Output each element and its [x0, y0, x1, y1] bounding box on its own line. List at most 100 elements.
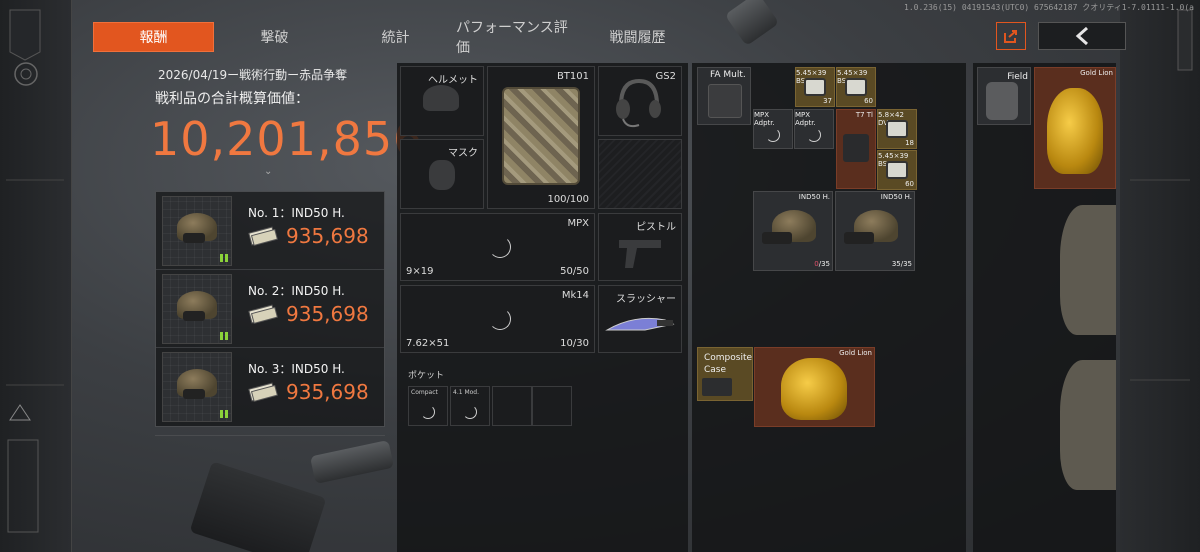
weapon-name: Mk14	[561, 290, 589, 301]
right-decoration	[1120, 0, 1200, 552]
valuable-item[interactable]: Gold Lion	[754, 347, 875, 427]
tab-rewards[interactable]: 報酬	[93, 22, 214, 52]
slot-label: スラッシャー	[616, 294, 676, 305]
item-thumbnail	[162, 196, 232, 266]
tab-bar: 報酬 撃破 統計 パフォーマンス評価 戦闘履歴	[93, 20, 698, 56]
cash-icon	[248, 304, 278, 324]
primary-weapon-slot[interactable]: MPX 9×19 50/50	[400, 213, 595, 281]
weapon-caliber: 7.62×51	[406, 338, 450, 349]
gold-lion-icon	[1047, 88, 1103, 174]
case-name: Composite Case	[704, 353, 753, 375]
item-name: Gold Lion	[839, 349, 872, 357]
pocket-slot[interactable]: 4.1 Mod.	[450, 386, 490, 426]
pistol-silhouette-icon	[619, 240, 661, 268]
ammo-count: 37	[823, 97, 832, 105]
pocket-slot[interactable]	[532, 386, 572, 426]
ammo-stack[interactable]: 5.45×39 BS 60	[877, 150, 917, 190]
weapon-name: MPX	[567, 218, 589, 229]
pocket-item-name: 4.1 Mod.	[453, 389, 480, 396]
tab-stats[interactable]: 統計	[335, 22, 456, 52]
secondary-weapon-slot[interactable]: Mk14 7.62×51 10/30	[400, 285, 595, 353]
tab-history[interactable]: 戦闘履歴	[577, 22, 698, 52]
ammo-count: 60	[905, 180, 914, 188]
pocket-label: ポケット	[408, 371, 445, 381]
attachment-slot[interactable]: MPX Adptr.	[794, 109, 834, 149]
chevron-down-icon[interactable]: ⌄	[264, 166, 272, 177]
armor-durability: 100/100	[547, 194, 589, 205]
empty-slot[interactable]	[598, 139, 682, 209]
list-divider	[155, 435, 385, 439]
total-value: 10,201,856	[150, 112, 424, 166]
armor-slot[interactable]: BT101 100/100	[487, 66, 595, 209]
armor-icon	[502, 87, 580, 185]
loading-icon	[807, 128, 821, 142]
loading-icon	[489, 308, 511, 330]
rarity-indicator	[220, 254, 228, 262]
container-slot[interactable]: Field	[977, 67, 1031, 125]
ammo-box-icon	[886, 161, 908, 179]
list-item[interactable]: No. 2：IND50 H. 935,698	[156, 270, 384, 348]
scope-icon	[843, 134, 869, 162]
pistol-slot[interactable]: ピストル	[598, 213, 682, 281]
backpack-icon	[986, 82, 1018, 120]
operation-info: 2026/04/19ー戦術行動ー赤品争奪	[158, 68, 348, 82]
ammo-stack[interactable]: 5.45×39 BS 60	[836, 67, 876, 107]
attachment-slot[interactable]: T7 Tl	[836, 109, 876, 189]
ammo-box-icon	[845, 78, 867, 96]
ammo-count: 18	[905, 139, 914, 147]
case-icon	[702, 378, 732, 396]
share-button[interactable]	[996, 22, 1026, 50]
item-value: 935,698	[286, 302, 369, 326]
nvg-icon	[183, 311, 205, 321]
mask-silhouette-icon	[429, 160, 455, 190]
weapon-ammo: 10/30	[560, 338, 589, 349]
gold-lion-icon	[781, 358, 847, 420]
nvg-icon	[183, 389, 205, 399]
headset-slot[interactable]: GS2	[598, 66, 682, 136]
list-item[interactable]: No. 3：IND50 H. 935,698	[156, 348, 384, 426]
pocket-slot[interactable]	[492, 386, 532, 426]
valuable-item[interactable]: Gold Lion	[1034, 67, 1116, 189]
knife-icon	[605, 317, 675, 331]
pocket-item-name: Compact	[411, 389, 438, 396]
item-value: 935,698	[286, 380, 369, 404]
helmet-durability: 0/35	[814, 260, 830, 268]
backpack-preview	[1060, 205, 1116, 335]
helmet-slot[interactable]: ヘルメット	[400, 66, 484, 136]
slot-label: ピストル	[636, 222, 676, 233]
helmet-silhouette-icon	[423, 85, 459, 111]
ammo-stack[interactable]: 5.8×42 DVC1218	[877, 109, 917, 149]
tab-performance[interactable]: パフォーマンス評価	[456, 20, 577, 56]
headset-icon	[616, 78, 661, 128]
left-decoration	[0, 0, 72, 552]
rig-slot[interactable]: FA Mult.	[697, 67, 751, 125]
case-item[interactable]: Composite Case	[697, 347, 753, 401]
pocket-slot[interactable]: Compact	[408, 386, 448, 426]
right-deco-graphics	[1130, 9, 1193, 381]
helmet-item[interactable]: IND50 H. 35/35	[835, 191, 915, 271]
slot-label: ヘルメット	[428, 75, 478, 86]
attachment-name: T7 Tl	[855, 111, 873, 119]
melee-slot[interactable]: スラッシャー	[598, 285, 682, 353]
mask-slot[interactable]: マスク	[400, 139, 484, 209]
ammo-box-icon	[804, 78, 826, 96]
tab-kills[interactable]: 撃破	[214, 22, 335, 52]
backpack-preview	[1060, 360, 1116, 490]
cash-icon	[248, 226, 278, 246]
ammo-stack[interactable]: 5.45×39 BS 37	[795, 67, 835, 107]
ammo-box-icon	[886, 120, 908, 138]
back-button[interactable]	[1038, 22, 1126, 50]
rarity-indicator	[220, 410, 228, 418]
helmet-item[interactable]: IND50 H. 0/35	[753, 191, 833, 271]
helmet-name: IND50 H.	[880, 193, 912, 201]
total-value-label: 戦利品の合計概算価値：	[155, 91, 309, 107]
weapon-ammo: 50/50	[560, 266, 589, 277]
list-item[interactable]: No. 1：IND50 H. 935,698	[156, 192, 384, 270]
attachment-slot[interactable]: MPX Adptr.	[753, 109, 793, 149]
item-name: No. 2：IND50 H.	[248, 284, 345, 298]
item-name: No. 3：IND50 H.	[248, 362, 345, 376]
nvg-icon	[762, 232, 792, 244]
cash-icon	[248, 382, 278, 402]
loading-icon	[766, 128, 780, 142]
loading-icon	[421, 405, 435, 419]
